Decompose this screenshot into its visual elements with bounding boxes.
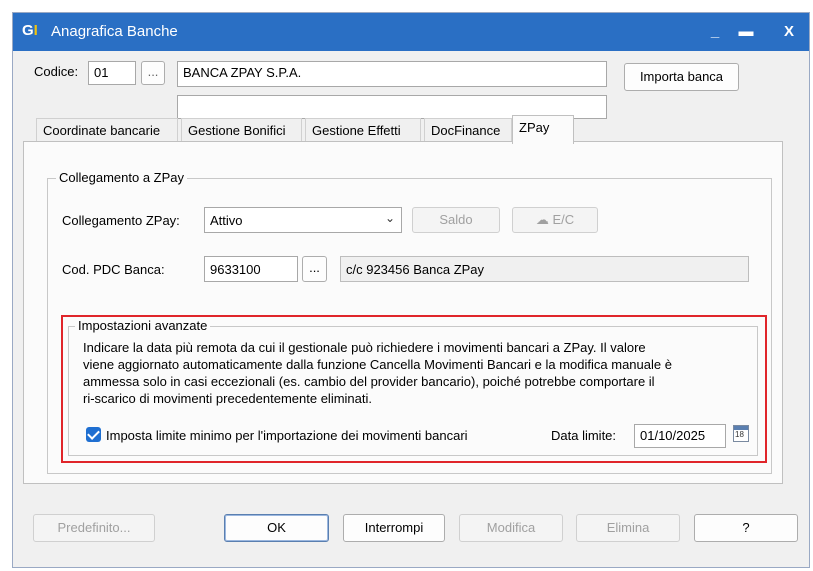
cod-pdc-description-field: c/c 923456 Banca ZPay bbox=[340, 256, 749, 282]
collegamento-zpay-label: Collegamento ZPay: bbox=[62, 213, 180, 228]
collegamento-zpay-value: Attivo bbox=[210, 213, 243, 228]
close-button[interactable]: X bbox=[777, 21, 801, 43]
saldo-button[interactable]: Saldo bbox=[412, 207, 500, 233]
description-line: ammessa solo in casi eccezionali (es. ca… bbox=[83, 374, 655, 389]
predefinito-button[interactable]: Predefinito... bbox=[33, 514, 155, 542]
tab-docfinance[interactable]: DocFinance bbox=[424, 118, 512, 142]
cod-pdc-banca-label: Cod. PDC Banca: bbox=[62, 262, 165, 277]
tab-gestione-effetti[interactable]: Gestione Effetti bbox=[305, 118, 421, 142]
collegamento-zpay-select[interactable]: Attivo ⌄ bbox=[204, 207, 402, 233]
import-limit-checkbox[interactable] bbox=[86, 427, 101, 442]
minimize-button[interactable]: _ bbox=[703, 21, 727, 43]
description-line: Indicare la data più remota da cui il ge… bbox=[83, 340, 646, 355]
tab-gestione-bonifici[interactable]: Gestione Bonifici bbox=[181, 118, 302, 142]
title-bar[interactable]: GI Anagrafica Banche _ ▬ X bbox=[13, 13, 809, 51]
window-title: Anagrafica Banche bbox=[51, 23, 178, 40]
description-line: ri-scarico di movimenti precedentemente … bbox=[83, 391, 373, 406]
estratto-conto-label: E/C bbox=[552, 212, 575, 227]
data-limite-label: Data limite: bbox=[551, 428, 617, 443]
data-limite-input[interactable]: 01/10/2025 bbox=[634, 424, 726, 448]
app-logo-icon: GI bbox=[22, 22, 38, 39]
advanced-settings-title: Impostazioni avanzate bbox=[75, 318, 211, 333]
estratto-conto-button[interactable]: ☁ E/C bbox=[512, 207, 598, 233]
advanced-settings-description: Indicare la data più remota da cui il ge… bbox=[83, 339, 753, 407]
chevron-down-icon: ⌄ bbox=[384, 211, 395, 225]
description-line: viene aggiornato automaticamente dalla f… bbox=[83, 357, 672, 372]
cod-pdc-lookup-button[interactable]: ... bbox=[302, 256, 327, 282]
calendar-day-number: 18 bbox=[735, 430, 744, 439]
elimina-button[interactable]: Elimina bbox=[576, 514, 680, 542]
import-bank-button[interactable]: Importa banca bbox=[624, 63, 739, 91]
ok-button[interactable]: OK bbox=[224, 514, 329, 542]
help-button[interactable]: ? bbox=[694, 514, 798, 542]
codice-label: Codice: bbox=[34, 64, 79, 79]
maximize-button[interactable]: ▬ bbox=[734, 21, 758, 43]
interrompi-button[interactable]: Interrompi bbox=[343, 514, 445, 542]
calendar-icon[interactable]: 18 bbox=[733, 425, 749, 442]
modifica-button[interactable]: Modifica bbox=[459, 514, 563, 542]
tab-zpay[interactable]: ZPay bbox=[512, 115, 574, 144]
collegamento-group-title: Collegamento a ZPay bbox=[56, 170, 188, 185]
codice-input[interactable]: 01 bbox=[88, 61, 136, 85]
cod-pdc-banca-input[interactable]: 9633100 bbox=[204, 256, 298, 282]
bank-name-field[interactable]: BANCA ZPAY S.P.A. bbox=[177, 61, 607, 87]
import-limit-checkbox-label[interactable]: Imposta limite minimo per l'importazione… bbox=[106, 428, 468, 443]
codice-lookup-button[interactable]: ... bbox=[141, 61, 165, 85]
cloud-download-icon: ☁ bbox=[535, 212, 549, 227]
tab-coordinate-bancarie[interactable]: Coordinate bancarie bbox=[36, 118, 178, 142]
